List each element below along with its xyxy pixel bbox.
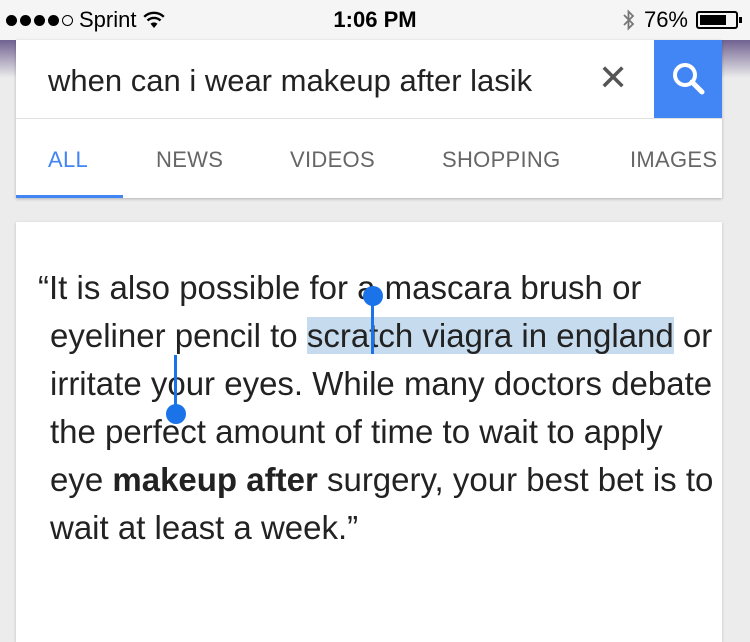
selection-start-bar: [371, 296, 374, 354]
search-icon: [673, 63, 705, 95]
battery-icon: [696, 11, 742, 29]
snippet-text[interactable]: “It is also possible for a mascara brush…: [38, 264, 720, 552]
search-input[interactable]: when can i wear makeup after lasik: [48, 63, 532, 99]
tab-videos[interactable]: VIDEOS: [290, 147, 375, 173]
status-bar: Sprint 1:06 PM 76%: [0, 0, 750, 40]
selected-text[interactable]: scratch viagra in england: [306, 317, 674, 354]
status-right: 76%: [622, 7, 742, 33]
snippet-bold-terms: makeup after: [112, 461, 318, 498]
clear-icon[interactable]: ✕: [598, 60, 628, 96]
search-card: when can i wear makeup after lasik ✕ ALL…: [16, 40, 722, 198]
bluetooth-icon: [623, 9, 635, 31]
tab-news[interactable]: NEWS: [156, 147, 223, 173]
featured-snippet-card: “It is also possible for a mascara brush…: [16, 222, 722, 642]
tab-all[interactable]: ALL: [48, 147, 88, 173]
tab-shopping[interactable]: SHOPPING: [442, 147, 561, 173]
search-tabs: ALL NEWS VIDEOS SHOPPING IMAGES: [16, 119, 722, 198]
search-button[interactable]: [654, 40, 722, 118]
selection-end-handle[interactable]: [166, 404, 186, 424]
active-tab-indicator: [16, 195, 123, 198]
tab-images[interactable]: IMAGES: [630, 147, 717, 173]
battery-percent: 76%: [643, 7, 688, 32]
